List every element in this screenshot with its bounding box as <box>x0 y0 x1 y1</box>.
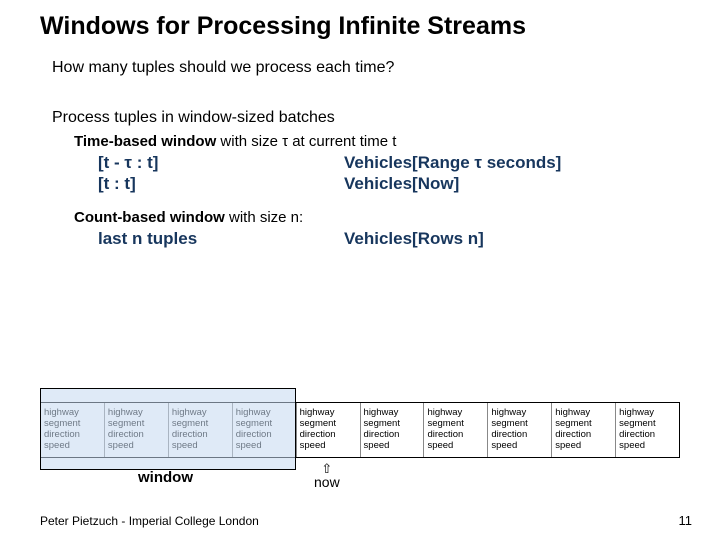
tuple-cell: highwaysegmentdirectionspeed <box>361 403 425 457</box>
tuple-cell: highwaysegmentdirectionspeed <box>616 403 679 457</box>
time-window-heading-rest: with size τ at current time t <box>216 133 396 150</box>
page-number: 11 <box>679 513 693 528</box>
count-row1-left: last n tuples <box>98 228 344 249</box>
time-row1-left: [t - τ : t] <box>98 152 344 173</box>
tuple-cell: highwaysegmentdirectionspeed <box>169 403 233 457</box>
time-window-rows: [t - τ : t] [t : t] Vehicles[Range τ sec… <box>52 152 720 195</box>
section-heading: Process tuples in window-sized batches <box>52 109 720 127</box>
now-marker: ⇧ now <box>314 462 340 489</box>
time-row1-right: Vehicles[Range τ seconds] <box>344 152 720 173</box>
count-row1-right: Vehicles[Rows n] <box>344 228 720 249</box>
tuple-cell: highwaysegmentdirectionspeed <box>297 403 361 457</box>
slide-title: Windows for Processing Infinite Streams <box>0 0 720 41</box>
now-label: now <box>314 474 340 490</box>
count-window-heading-rest: with size n: <box>225 209 303 226</box>
tuple-cell: highwaysegmentdirectionspeed <box>424 403 488 457</box>
tuple-cell: highwaysegmentdirectionspeed <box>552 403 616 457</box>
tuple-cell: highwaysegmentdirectionspeed <box>233 403 297 457</box>
window-label: window <box>138 469 193 486</box>
stream-diagram: highwaysegmentdirectionspeedhighwaysegme… <box>40 402 680 458</box>
count-window-rows: last n tuples Vehicles[Rows n] <box>52 228 720 249</box>
tuple-cell: highwaysegmentdirectionspeed <box>41 403 105 457</box>
footer-author: Peter Pietzuch - Imperial College London <box>40 514 259 528</box>
time-window-heading: Time-based window with size τ at current… <box>52 133 720 150</box>
time-window-heading-bold: Time-based window <box>74 133 216 150</box>
time-row2-left: [t : t] <box>98 173 344 194</box>
tuple-cell: highwaysegmentdirectionspeed <box>105 403 169 457</box>
time-row2-right: Vehicles[Now] <box>344 173 720 194</box>
tuple-cell: highwaysegmentdirectionspeed <box>488 403 552 457</box>
tuple-stream: highwaysegmentdirectionspeedhighwaysegme… <box>40 402 680 458</box>
slide-body: How many tuples should we process each t… <box>0 41 720 249</box>
question-text: How many tuples should we process each t… <box>52 59 720 77</box>
count-window-heading-bold: Count-based window <box>74 209 225 226</box>
count-window-heading: Count-based window with size n: <box>52 209 720 226</box>
